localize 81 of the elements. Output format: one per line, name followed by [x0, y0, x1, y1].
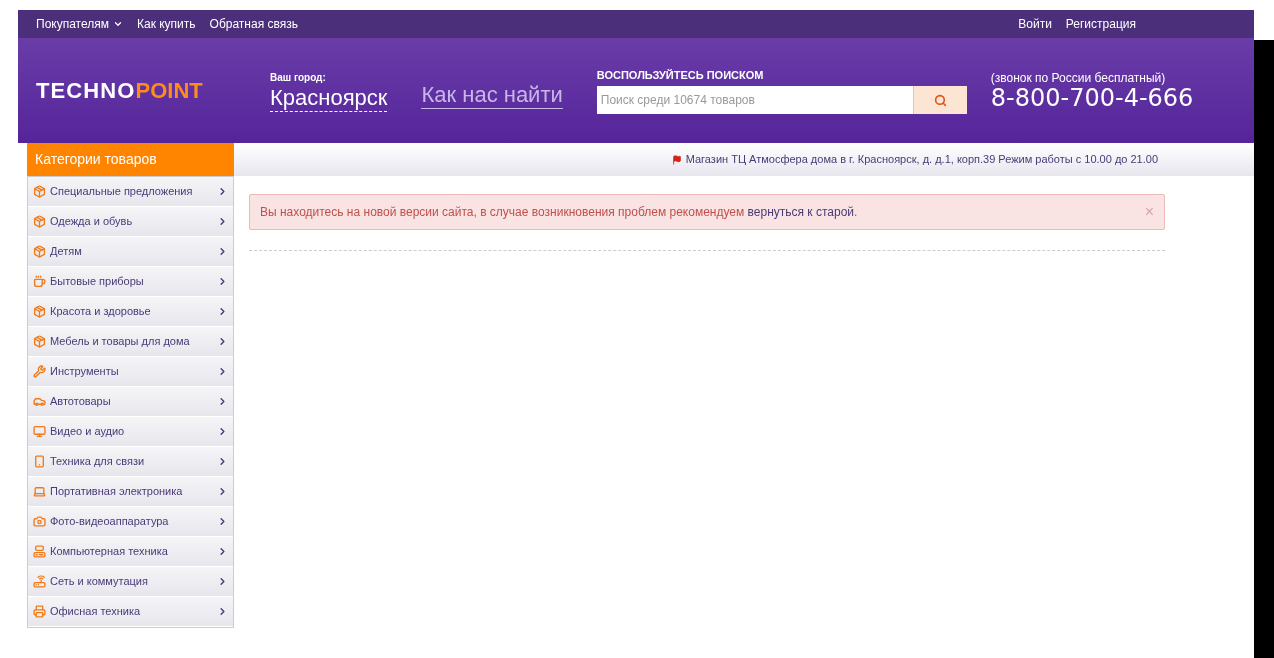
chevron-icon: [217, 396, 228, 407]
chevron-icon: [217, 516, 228, 527]
flag-icon: [671, 154, 682, 165]
category-item[interactable]: Бытовые приборы: [28, 267, 233, 297]
logo[interactable]: TECHNOPOINT: [36, 74, 246, 107]
box-icon: [33, 215, 46, 228]
chevron-icon: [217, 246, 228, 257]
category-label: Офисная техника: [50, 604, 142, 620]
phone-icon: [33, 455, 46, 468]
city-selector[interactable]: Красноярск: [270, 84, 388, 112]
search-icon: [933, 93, 947, 107]
phone-note: (звонок по России бесплатный): [990, 70, 1167, 85]
chevron-icon: [217, 606, 228, 617]
box-icon: [33, 335, 46, 348]
category-item[interactable]: Видео и аудио: [28, 417, 233, 447]
category-label: Компьютерная техника: [50, 544, 169, 560]
chevron-icon: [217, 276, 228, 287]
chevron-icon: [217, 306, 228, 317]
camera-icon: [33, 515, 46, 528]
nav-link[interactable]: Обратная связь: [209, 15, 298, 33]
category-item[interactable]: Автотовары: [28, 387, 233, 417]
category-item[interactable]: Компьютерная техника: [28, 537, 233, 567]
chevron-icon: [217, 546, 228, 557]
store-info: Магазин ТЦ Атмосфера дома в г. Красноярск, д. д.1, корп.39 Режим работы с 10.00 до 21.00: [685, 152, 1158, 168]
category-label: Сеть и коммутация: [50, 574, 149, 590]
category-item[interactable]: Фото-видеоаппаратура: [28, 507, 233, 537]
laptop-icon: [33, 485, 46, 498]
chevron-icon: [217, 456, 228, 467]
category-item[interactable]: Мебель и товары для дома: [28, 327, 233, 357]
car-icon: [33, 395, 46, 408]
category-label: Видео и аудио: [50, 424, 126, 440]
nav-link[interactable]: Как купить: [137, 15, 196, 33]
search-field[interactable]: Поиск среди 10674 товаров: [596, 86, 913, 115]
category-label: Автотовары: [50, 394, 112, 410]
category-item[interactable]: Одежда и обувь: [28, 207, 233, 237]
category-label: Техника для связи: [50, 454, 146, 470]
phone-number: 8-800-700-4-666: [990, 84, 1194, 111]
category-label: Портативная электроника: [50, 484, 184, 500]
chevron-icon: [217, 366, 228, 377]
monitor-icon: [33, 425, 46, 438]
search-title: ВОСПОЛЬЗУЙТЕСЬ ПОИСКОМ: [596, 67, 765, 83]
chevron-icon: [217, 186, 228, 197]
chevron-icon: [217, 576, 228, 587]
box-icon: [33, 305, 46, 318]
category-item[interactable]: Офисная техника: [28, 597, 233, 627]
category-label: Детям: [50, 244, 83, 260]
box-icon: [33, 245, 46, 258]
category-item[interactable]: Детям: [28, 237, 233, 267]
category-item[interactable]: Специальные предложения: [28, 177, 233, 207]
category-label: Красота и здоровье: [50, 304, 152, 320]
category-item[interactable]: Техника для связи: [28, 447, 233, 477]
nav-link[interactable]: Покупателям: [36, 15, 123, 33]
category-item[interactable]: Сеть и коммутация: [28, 567, 233, 597]
category-label: Мебель и товары для дома: [50, 334, 191, 350]
find-us-link[interactable]: Как нас найти: [421, 82, 563, 109]
computer-icon: [33, 545, 46, 558]
auth-link[interactable]: Регистрация: [1065, 15, 1136, 33]
caret-icon: [113, 19, 123, 29]
category-item[interactable]: Инструменты: [28, 357, 233, 387]
category-label: Фото-видеоаппаратура: [50, 514, 170, 530]
auth-link[interactable]: Войти: [1018, 15, 1052, 33]
mug-icon: [33, 275, 46, 288]
category-label: Одежда и обувь: [50, 214, 134, 230]
city-label: Ваш город:: [270, 70, 327, 85]
category-item[interactable]: Красота и здоровье: [28, 297, 233, 327]
alert-message: Вы находитесь на новой версии сайта, в случае возникновения проблем рекомендуем вернуться к старой.: [260, 204, 859, 221]
chevron-icon: [217, 426, 228, 437]
category-label: Инструменты: [50, 364, 120, 380]
old-version-link[interactable]: вернуться к старой: [747, 205, 855, 219]
box-icon: [33, 185, 46, 198]
router-icon: [33, 575, 46, 588]
printer-icon: [33, 605, 46, 618]
chevron-icon: [217, 216, 228, 227]
sidebar-title: Категории товаров: [27, 143, 234, 176]
category-label: Специальные предложения: [50, 184, 194, 200]
chevron-icon: [217, 486, 228, 497]
wrench-icon: [33, 365, 46, 378]
category-label: Бытовые приборы: [50, 274, 145, 290]
search-button[interactable]: [912, 86, 967, 115]
category-item[interactable]: Портативная электроника: [28, 477, 233, 507]
chevron-icon: [217, 336, 228, 347]
